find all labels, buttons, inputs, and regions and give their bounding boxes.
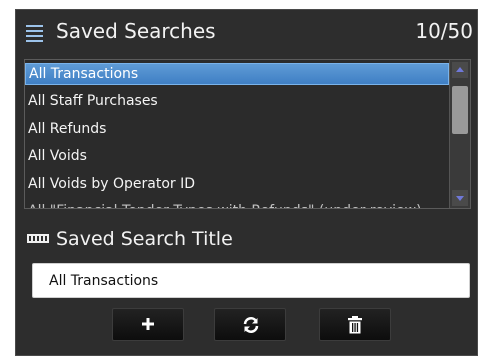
panel-title: Saved Searches: [56, 19, 216, 43]
plus-icon: [142, 318, 154, 330]
scroll-up-button[interactable]: [452, 62, 468, 78]
add-search-button[interactable]: [112, 308, 184, 341]
chevron-up-icon: [456, 67, 464, 72]
title-label: Saved Search Title: [56, 228, 233, 250]
scroll-thumb[interactable]: [452, 86, 468, 134]
list-scrollbar[interactable]: [449, 60, 470, 208]
delete-search-button[interactable]: [319, 308, 391, 341]
saved-searches-panel: Saved Searches 10/50 All Transactions Al…: [15, 9, 478, 356]
list-icon: [26, 25, 43, 42]
search-title-input[interactable]: [32, 263, 470, 298]
trash-icon: [348, 316, 362, 334]
refresh-icon: [243, 317, 259, 333]
list-item[interactable]: All Staff Purchases: [25, 88, 449, 116]
saved-search-count: 10/50: [415, 19, 473, 43]
list-item[interactable]: All Voids: [25, 143, 449, 171]
list-item[interactable]: All Transactions: [25, 63, 449, 85]
list-item[interactable]: All Refunds: [25, 116, 449, 144]
saved-searches-list[interactable]: All Transactions All Staff Purchases All…: [24, 59, 471, 209]
title-section: Saved Search Title: [16, 224, 477, 254]
chevron-down-icon: [456, 196, 464, 201]
text-field-icon: [27, 234, 49, 243]
refresh-search-button[interactable]: [214, 308, 286, 341]
list-item[interactable]: All Voids by Operator ID: [25, 171, 449, 199]
panel-header: Saved Searches 10/50: [16, 10, 477, 52]
list-item[interactable]: All "Financial Tender Types with Refunds…: [25, 198, 449, 208]
scroll-down-button[interactable]: [452, 190, 468, 206]
